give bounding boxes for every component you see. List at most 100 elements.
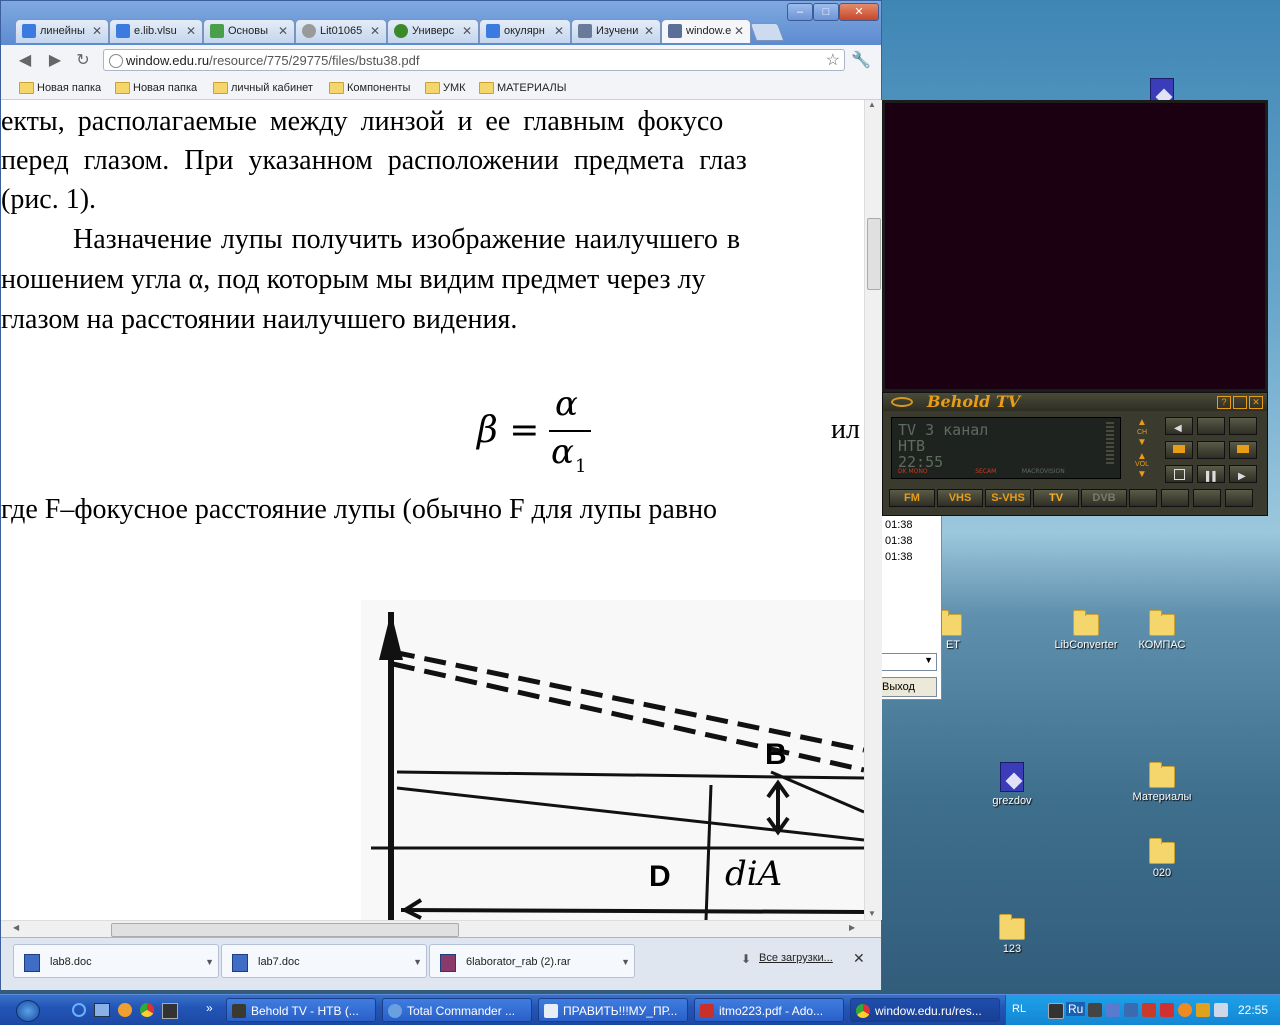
download-item[interactable]: lab8.doc ▼	[13, 944, 219, 978]
chevron-down-icon[interactable]: ▼	[621, 945, 630, 979]
taskbar-item-total-commander[interactable]: Total Commander ...	[382, 998, 532, 1022]
desktop-icon-libconverter[interactable]: LibConverter	[1046, 610, 1126, 651]
network-tray-icon[interactable]	[1124, 1003, 1138, 1017]
language-indicator[interactable]: Ru	[1066, 1002, 1086, 1016]
snapshot-button[interactable]	[1165, 441, 1193, 459]
window-mode-button[interactable]	[1229, 417, 1257, 435]
tab-4[interactable]: Lit01065 ✕	[295, 19, 387, 43]
vertical-scrollbar[interactable]: ▲ ▼	[864, 100, 882, 920]
bookmark-folder[interactable]: личный кабинет	[213, 81, 313, 95]
minimize-button[interactable]: –	[787, 3, 813, 21]
volume-tray-icon[interactable]	[1214, 1003, 1228, 1017]
close-tab-icon[interactable]: ✕	[92, 20, 102, 42]
close-tab-icon[interactable]: ✕	[734, 20, 744, 42]
close-shelf-button[interactable]: ✕	[853, 950, 865, 967]
fm-button[interactable]: FM	[889, 489, 935, 507]
tab-2[interactable]: e.lib.vlsu ✕	[109, 19, 203, 43]
quicklaunch-overflow[interactable]: »	[206, 1001, 213, 1015]
close-tab-icon[interactable]: ✕	[554, 20, 564, 42]
bookmark-folder[interactable]: УМК	[425, 81, 466, 95]
close-tab-icon[interactable]: ✕	[370, 20, 380, 42]
help-icon[interactable]: ?	[1217, 396, 1231, 409]
tab-8-active[interactable]: window.e ✕	[661, 19, 751, 43]
pause-button[interactable]: ▌▌	[1197, 465, 1225, 483]
console-tray-icon[interactable]	[1048, 1003, 1064, 1019]
pdf-viewport[interactable]: екты, располагаемые между линзой и ее гл…	[1, 100, 864, 920]
tab-3[interactable]: Основы ✕	[203, 19, 295, 43]
vertical-scroll-thumb[interactable]	[867, 218, 881, 290]
play-button[interactable]: ▶	[1229, 465, 1257, 483]
clock[interactable]: 22:55	[1238, 1003, 1268, 1017]
save-button[interactable]	[1161, 489, 1189, 507]
forward-icon[interactable]: ▶	[45, 51, 65, 71]
desktop-icon-123[interactable]: 123	[972, 914, 1052, 955]
stop-button[interactable]	[1165, 465, 1193, 483]
horizontal-scroll-thumb[interactable]	[111, 923, 459, 937]
record-button[interactable]	[1197, 441, 1225, 459]
desktop-icon-kompas[interactable]: КОМПАС	[1122, 610, 1202, 651]
close-icon[interactable]: ✕	[1249, 396, 1263, 409]
back-icon[interactable]: ◀	[15, 51, 35, 71]
close-tab-icon[interactable]: ✕	[462, 20, 472, 42]
quicklaunch-icon[interactable]	[118, 1003, 132, 1017]
tab-6[interactable]: окулярн ✕	[479, 19, 571, 43]
all-downloads-link[interactable]: Все загрузки...	[759, 952, 833, 964]
timer-button[interactable]	[1193, 489, 1221, 507]
download-item[interactable]: 6laborator_rab (2).rar ▼	[429, 944, 635, 978]
close-tab-icon[interactable]: ✕	[278, 20, 288, 42]
taskbar-item-word[interactable]: ПРАВИТЬ!!!МУ_ПР...	[538, 998, 688, 1022]
settings-button[interactable]	[1197, 417, 1225, 435]
svhs-button[interactable]: S-VHS	[985, 489, 1031, 507]
exit-button[interactable]: Выход	[881, 677, 937, 697]
folder-button[interactable]	[1229, 441, 1257, 459]
vhs-button[interactable]: VHS	[937, 489, 983, 507]
zip-tray-icon[interactable]	[1106, 1003, 1120, 1017]
close-tab-icon[interactable]: ✕	[186, 20, 196, 42]
bookmark-folder[interactable]: МАТЕРИАЛЫ	[479, 81, 566, 95]
tv-tray-icon[interactable]	[1088, 1003, 1102, 1017]
taskbar-item-chrome[interactable]: window.edu.ru/res...	[850, 998, 1000, 1022]
dvb-button[interactable]: DVB	[1081, 489, 1127, 507]
desktop-icon-materials[interactable]: Материалы	[1122, 762, 1202, 803]
chevron-down-icon[interactable]: ▼	[413, 945, 422, 979]
rl-indicator[interactable]: RL	[1012, 1003, 1026, 1015]
ie-icon[interactable]	[72, 1003, 86, 1017]
avast-tray-icon[interactable]	[1178, 1003, 1192, 1017]
terminal-icon[interactable]	[162, 1003, 178, 1019]
bookmark-folder[interactable]: Компоненты	[329, 81, 410, 95]
tab-5[interactable]: Универс ✕	[387, 19, 479, 43]
download-item[interactable]: lab7.doc ▼	[221, 944, 427, 978]
scroll-right-icon[interactable]: ▶	[849, 923, 855, 932]
close-button[interactable]: ✕	[839, 3, 879, 21]
tab-7[interactable]: Изучени ✕	[571, 19, 661, 43]
shield-tray-icon[interactable]	[1160, 1003, 1174, 1017]
expand-button[interactable]	[1225, 489, 1253, 507]
update-tray-icon[interactable]	[1196, 1003, 1210, 1017]
wrench-icon[interactable]: 🔧	[851, 51, 871, 71]
scroll-up-icon[interactable]: ▲	[868, 100, 876, 109]
tab-1[interactable]: линейны ✕	[15, 19, 109, 43]
mute-button[interactable]: ◀	[1165, 417, 1193, 435]
maximize-button[interactable]: □	[813, 3, 839, 21]
horizontal-scrollbar[interactable]: ◀ ▶	[1, 920, 881, 938]
scroll-left-icon[interactable]: ◀	[13, 923, 19, 932]
channel-down-button[interactable]: ▼	[1131, 437, 1153, 449]
bookmark-folder[interactable]: Новая папка	[19, 81, 101, 95]
desktop-icon-grezdov[interactable]: grezdov	[972, 762, 1052, 807]
tools-button[interactable]	[1129, 489, 1157, 507]
show-desktop-icon[interactable]	[94, 1003, 110, 1017]
volume-down-button[interactable]: ▼	[1131, 469, 1153, 481]
start-button[interactable]	[0, 995, 60, 1025]
reload-icon[interactable]: ↻	[73, 51, 93, 71]
scroll-down-icon[interactable]: ▼	[868, 909, 876, 918]
bookmark-folder[interactable]: Новая папка	[115, 81, 197, 95]
minimize-icon[interactable]	[1233, 396, 1247, 409]
chrome-icon[interactable]	[140, 1003, 154, 1017]
combo-box[interactable]: ▼	[881, 653, 937, 671]
new-tab-button[interactable]	[749, 23, 785, 41]
chevron-down-icon[interactable]: ▼	[205, 945, 214, 979]
close-tab-icon[interactable]: ✕	[644, 20, 654, 42]
tv-button[interactable]: TV	[1033, 489, 1079, 507]
desktop-icon-020[interactable]: 020	[1122, 838, 1202, 879]
antivirus-tray-icon[interactable]	[1142, 1003, 1156, 1017]
